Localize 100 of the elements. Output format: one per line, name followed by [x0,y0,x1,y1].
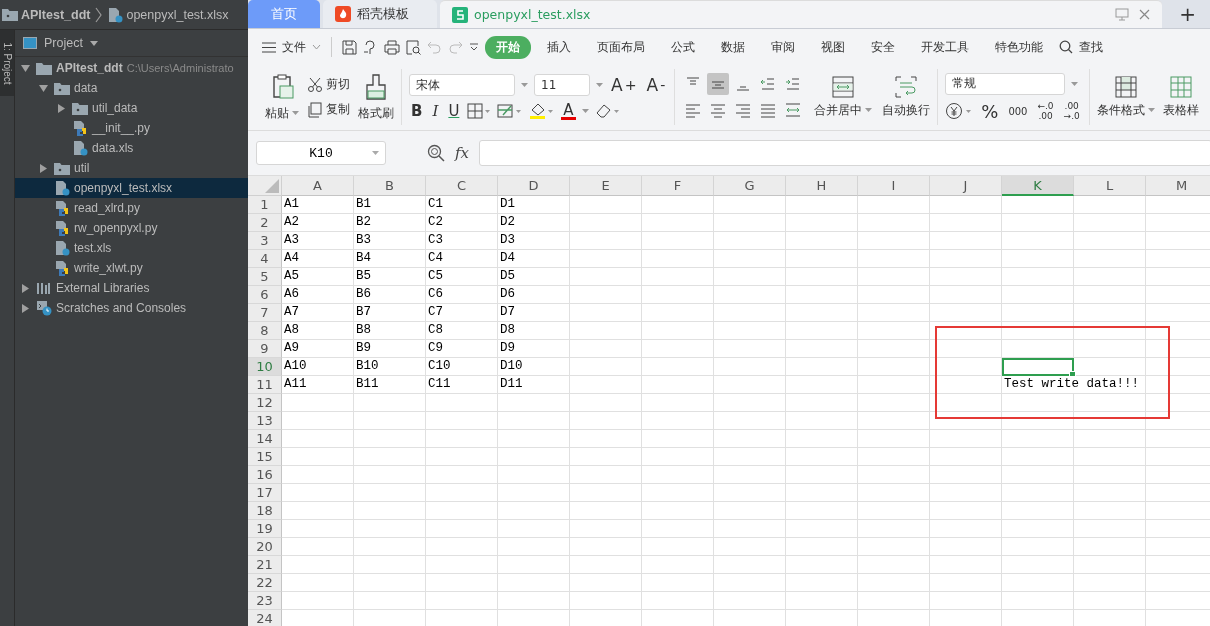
row-header[interactable]: 11 [248,376,282,394]
tree-item[interactable]: rw_openpyxl.py [15,218,248,238]
undo-icon[interactable] [427,40,442,54]
conditional-format-button[interactable]: 条件格式 [1096,101,1145,119]
scissors-icon[interactable] [307,76,323,93]
row-header[interactable]: 21 [248,556,282,574]
align-middle-icon[interactable] [707,73,730,95]
caret-icon[interactable] [865,108,873,112]
increase-decimal-button[interactable]: ←.0 .00 [1035,101,1056,121]
collapsed-arrow-icon[interactable] [21,303,30,313]
dropdown-caret-icon[interactable] [372,151,379,155]
tree-item[interactable]: util_data [15,98,248,118]
panel-title[interactable]: Project [44,36,83,50]
row-header[interactable]: 22 [248,574,282,592]
menu-icon[interactable] [262,41,276,53]
expanded-arrow-icon[interactable] [21,63,30,73]
collapsed-arrow-icon[interactable] [39,163,48,173]
collapsed-arrow-icon[interactable] [57,103,66,113]
paste-button[interactable]: 粘贴 [265,104,289,122]
insert-function-button[interactable]: fx [455,144,469,162]
collapsed-arrow-icon[interactable] [21,283,30,293]
row-header[interactable]: 4 [248,250,282,268]
italic-button[interactable]: I [430,102,441,120]
print-icon[interactable] [384,39,400,55]
copy-icon[interactable] [307,101,323,118]
thousands-separator-button[interactable]: 000 [1006,105,1030,117]
zoom-icon[interactable] [427,144,445,162]
decrease-decimal-button[interactable]: .00 →.0 [1061,101,1082,121]
merge-center-button[interactable]: 合并居中 [814,101,863,119]
row-header[interactable]: 10 [248,358,282,376]
chevron-down-icon[interactable] [312,44,321,50]
select-all-icon[interactable] [265,179,279,193]
tree-item[interactable]: util [15,158,248,178]
ribbon-tab[interactable]: 视图 [811,35,855,59]
number-format-dropdown[interactable]: 常规 [945,72,1066,95]
row-header[interactable]: 20 [248,538,282,556]
row-header[interactable]: 17 [248,484,282,502]
project-tool-tab[interactable]: 1: Project [0,30,14,96]
font-size-dropdown[interactable]: 11 [534,74,590,96]
currency-icon[interactable] [945,102,974,120]
search-button[interactable]: 查找 [1079,38,1103,56]
ribbon-tab[interactable]: 开发工具 [911,35,979,59]
wrap-text-button[interactable]: 自动换行 [882,101,931,119]
column-header[interactable]: E [570,176,642,196]
ribbon-tab[interactable]: 插入 [537,35,581,59]
dropdown-caret-icon[interactable] [89,40,98,46]
save-icon[interactable] [342,39,357,55]
merge-cells-icon[interactable] [831,75,856,98]
name-box[interactable]: K10 [256,141,386,165]
column-header[interactable]: F [642,176,714,196]
wrap-text-icon[interactable] [894,75,919,98]
row-header[interactable]: 16 [248,466,282,484]
bold-button[interactable]: B [409,102,425,120]
tree-item[interactable]: APItest_ddt C:\Users\Administrato [15,58,248,78]
document-tab[interactable]: 稻壳模板 [323,0,437,28]
font-color-button[interactable]: A [561,102,576,120]
ribbon-tab[interactable]: 特色功能 [985,35,1053,59]
cell-style-icon[interactable] [497,103,524,119]
monitor-icon[interactable] [1115,8,1130,21]
search-icon[interactable] [1059,40,1073,54]
column-header[interactable]: L [1074,176,1146,196]
tree-item[interactable]: read_xlrd.py [15,198,248,218]
tree-item[interactable]: External Libraries [15,278,248,298]
row-header[interactable]: 18 [248,502,282,520]
tree-item[interactable]: data [15,78,248,98]
row-header[interactable]: 14 [248,430,282,448]
caret-icon[interactable] [581,109,589,113]
breadcrumb-item[interactable]: APItest_ddt [21,7,91,22]
format-painter-button[interactable]: 格式刷 [358,104,394,122]
row-header[interactable]: 5 [248,268,282,286]
font-name-dropdown[interactable]: 宋体 [409,74,515,96]
tree-item[interactable]: __init__.py [15,118,248,138]
tree-item[interactable]: openpyxl_test.xlsx [15,178,248,198]
print-preview-icon[interactable] [406,39,421,55]
tree-item[interactable]: Scratches and Consoles [15,298,248,318]
file-menu-button[interactable]: 文件 [282,38,306,56]
row-header[interactable]: 12 [248,394,282,412]
row-header[interactable]: 9 [248,340,282,358]
caret-icon[interactable] [1147,108,1155,112]
row-header[interactable]: 1 [248,196,282,214]
dropdown-caret-icon[interactable] [1071,81,1079,86]
row-header[interactable]: 13 [248,412,282,430]
tree-item[interactable]: write_xlwt.py [15,258,248,278]
row-header[interactable]: 19 [248,520,282,538]
borders-icon[interactable] [467,103,492,119]
ribbon-tab[interactable]: 公式 [661,35,705,59]
column-header[interactable]: I [858,176,930,196]
tree-item[interactable]: data.xls [15,138,248,158]
eraser-icon[interactable] [594,103,621,119]
conditional-format-icon[interactable] [1113,75,1138,98]
cut-button[interactable]: 剪切 [326,76,350,93]
redo-icon[interactable] [448,40,463,54]
column-header[interactable]: M [1146,176,1210,196]
dropdown-caret-icon[interactable] [596,83,603,87]
copy-button[interactable]: 复制 [326,101,350,118]
column-header[interactable]: K [1002,176,1074,196]
row-header[interactable]: 23 [248,592,282,610]
ribbon-tab[interactable]: 审阅 [761,35,805,59]
caret-icon[interactable] [292,111,299,115]
underline-button[interactable]: U [446,102,462,120]
